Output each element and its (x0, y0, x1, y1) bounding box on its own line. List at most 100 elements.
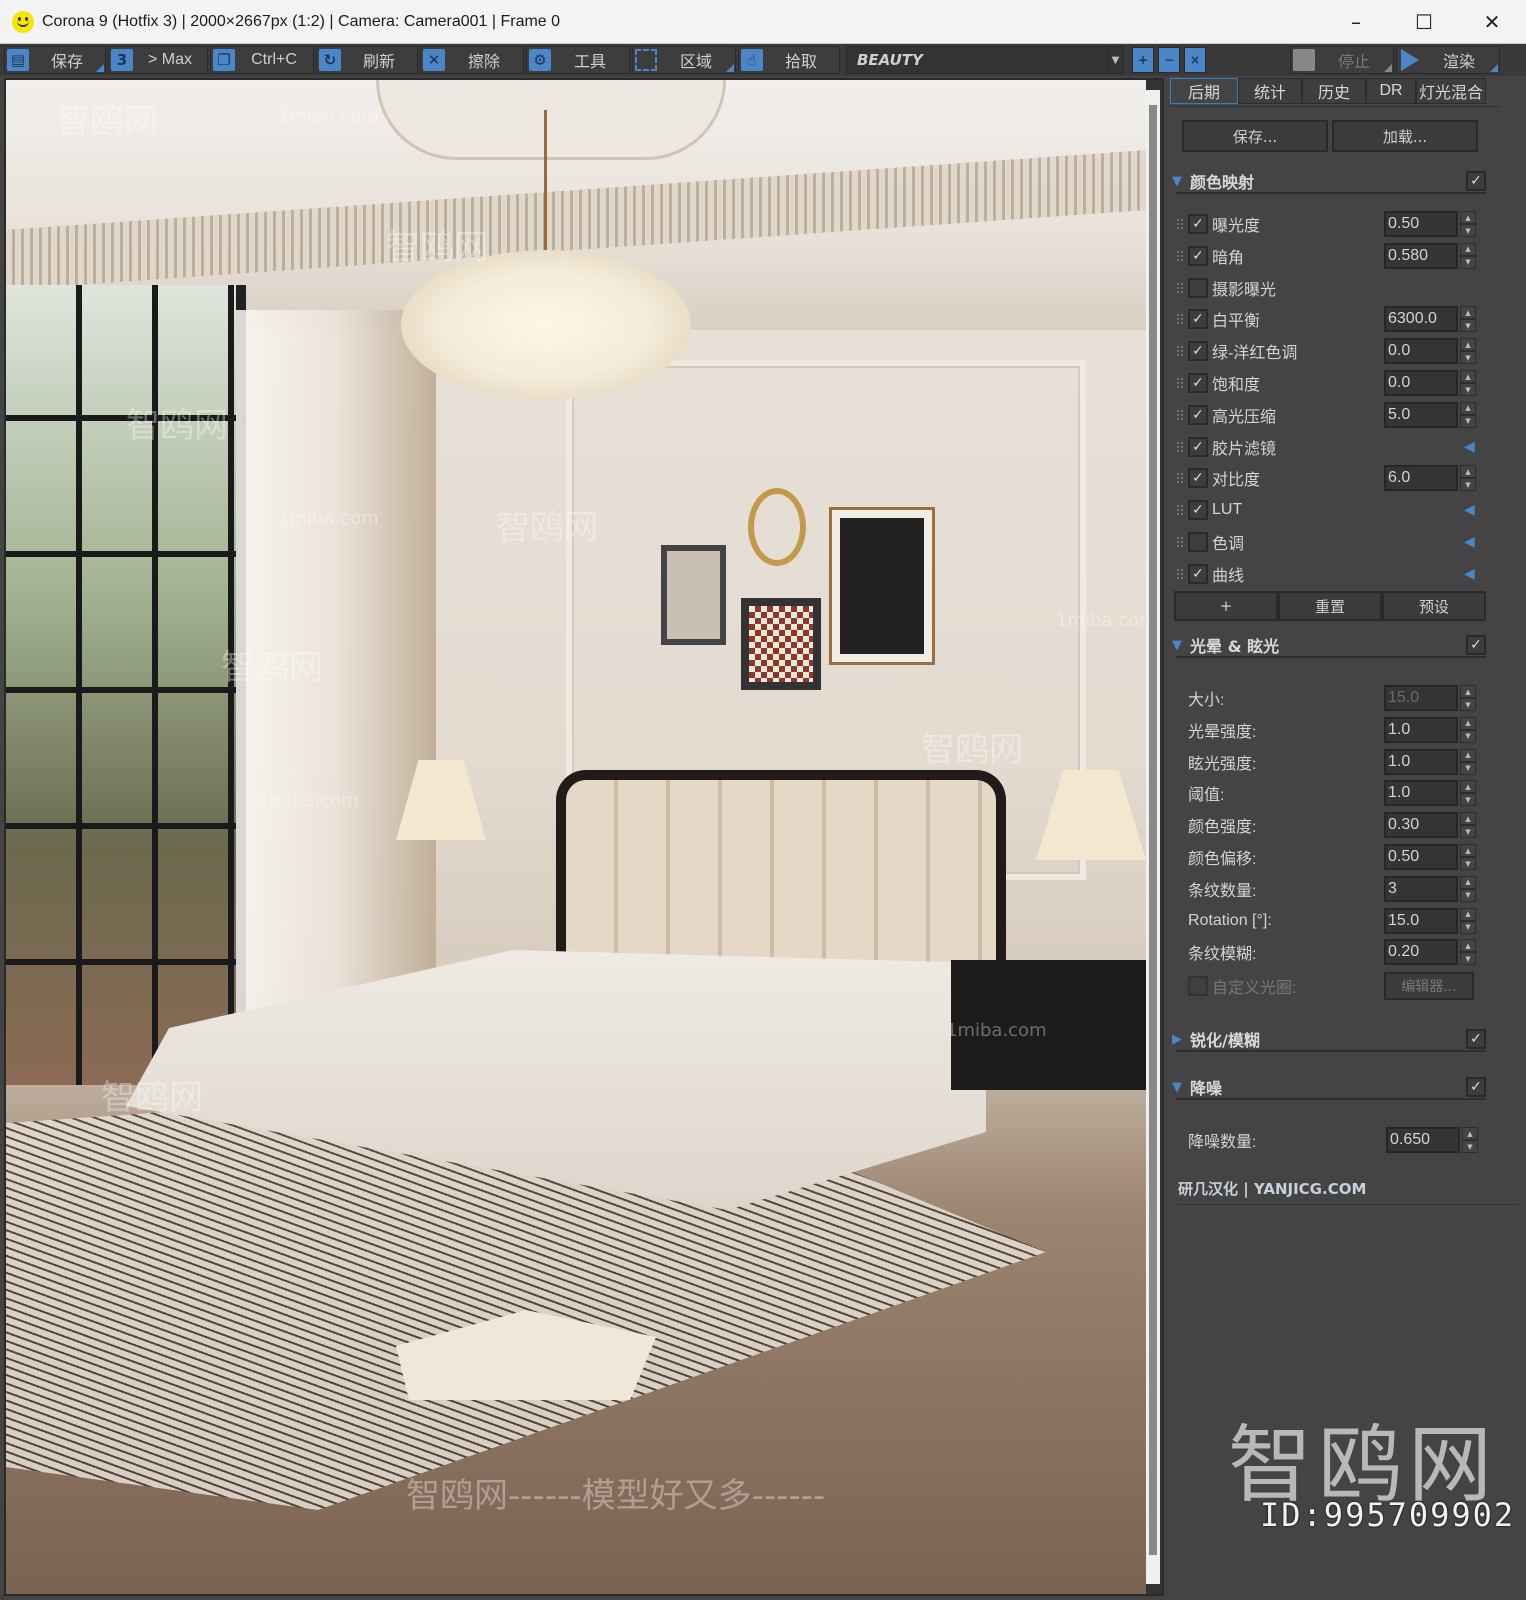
custom-aperture-checkbox[interactable] (1188, 976, 1208, 996)
expand-arrow-icon[interactable]: ◀ (1464, 566, 1475, 582)
spinner-down-icon[interactable]: ▼ (1460, 698, 1476, 711)
load-preset-button[interactable]: 加载... (1332, 120, 1478, 152)
drag-handle-icon[interactable] (1176, 567, 1184, 580)
save-button[interactable]: ▤ 保存 (4, 46, 106, 74)
tab-lightmix[interactable]: 灯光混合 (1416, 78, 1486, 104)
spinner-up-icon[interactable]: ▲ (1460, 907, 1476, 921)
operator-spinner[interactable]: 0.0 ▲ ▼ (1384, 370, 1476, 396)
spinner-up-icon[interactable]: ▲ (1460, 338, 1476, 352)
send-to-max-button[interactable]: 3 > Max (108, 46, 208, 74)
operator-spinner[interactable]: 0.50 ▲ ▼ (1384, 211, 1476, 237)
denoise-amount-input[interactable]: 0.650 (1386, 1127, 1460, 1153)
spinner-down-icon[interactable]: ▼ (1460, 952, 1476, 966)
operator-value-input[interactable]: 5.0 (1384, 401, 1458, 428)
add-operator-button[interactable]: + (1174, 591, 1278, 621)
param-value-input[interactable]: 3 (1384, 875, 1458, 902)
drag-handle-icon[interactable] (1176, 440, 1184, 453)
operator-value-input[interactable]: 0.580 (1384, 242, 1458, 269)
spinner-up-icon[interactable]: ▲ (1460, 370, 1476, 383)
operator-value-input[interactable]: 0.50 (1384, 211, 1458, 237)
param-spinner[interactable]: 1.0 ▲ ▼ (1384, 748, 1476, 775)
tools-button[interactable]: ⚙ 工具 (526, 46, 630, 74)
copy-button[interactable]: ❐ Ctrl+C (210, 46, 314, 74)
operator-checkbox[interactable]: ✓ (1188, 404, 1208, 425)
drag-handle-icon[interactable] (1176, 536, 1184, 548)
param-spinner[interactable]: 1.0 ▲ ▼ (1384, 780, 1476, 807)
drag-handle-icon[interactable] (1176, 313, 1184, 326)
drag-handle-icon[interactable] (1176, 281, 1184, 294)
param-spinner[interactable]: 15.0 ▲ ▼ (1384, 907, 1476, 934)
preset-button[interactable]: 预设 (1382, 591, 1486, 621)
operator-checkbox[interactable]: ✓ (1188, 373, 1208, 393)
refresh-button[interactable]: ↻ 刷新 (316, 46, 418, 74)
bloom-glare-header[interactable]: ▼ 光晕 & 眩光 ✓ (1172, 634, 1486, 658)
param-value-input[interactable]: 15.0 (1384, 907, 1458, 934)
spinner-up-icon[interactable]: ▲ (1460, 685, 1476, 698)
expand-arrow-icon[interactable]: ◀ (1464, 502, 1475, 518)
param-value-input[interactable]: 0.20 (1384, 939, 1458, 966)
render-button[interactable]: 渲染 (1396, 46, 1500, 74)
zoom-reset-button[interactable]: × (1184, 47, 1206, 73)
denoise-amount-spinner[interactable]: 0.650 ▲ ▼ (1386, 1127, 1478, 1153)
spinner-down-icon[interactable]: ▼ (1460, 825, 1476, 839)
spinner-down-icon[interactable]: ▼ (1460, 383, 1476, 396)
minimize-button[interactable]: – (1322, 0, 1390, 44)
drag-handle-icon[interactable] (1176, 345, 1184, 358)
spinner-up-icon[interactable]: ▲ (1460, 939, 1476, 953)
drag-handle-icon[interactable] (1176, 377, 1184, 389)
drag-handle-icon[interactable] (1176, 249, 1184, 262)
param-value-input[interactable]: 1.0 (1384, 716, 1458, 743)
spinner-down-icon[interactable]: ▼ (1460, 224, 1476, 237)
tab-post[interactable]: 后期 (1170, 78, 1238, 104)
operator-spinner[interactable]: 0.580 ▲ ▼ (1384, 242, 1476, 269)
reset-button[interactable]: 重置 (1278, 591, 1382, 621)
aperture-editor-button[interactable]: 编辑器... (1384, 972, 1474, 1000)
expand-arrow-icon[interactable]: ◀ (1464, 534, 1475, 550)
expand-arrow-icon[interactable]: ◀ (1464, 439, 1475, 455)
drag-handle-icon[interactable] (1176, 218, 1184, 230)
zoom-in-button[interactable]: + (1132, 47, 1154, 73)
spinner-up-icon[interactable]: ▲ (1460, 242, 1476, 256)
param-value-input[interactable]: 1.0 (1384, 748, 1458, 775)
operator-spinner[interactable]: 5.0 ▲ ▼ (1384, 401, 1476, 428)
operator-checkbox[interactable]: ✓ (1188, 436, 1208, 457)
operator-spinner[interactable]: 6.0 ▲ ▼ (1384, 465, 1476, 492)
spinner-up-icon[interactable]: ▲ (1460, 211, 1476, 224)
operator-checkbox[interactable]: ✓ (1188, 309, 1208, 330)
spinner-down-icon[interactable]: ▼ (1460, 351, 1476, 365)
spinner-up-icon[interactable]: ▲ (1460, 716, 1476, 730)
spinner-up-icon[interactable]: ▲ (1460, 780, 1476, 794)
param-value-input[interactable]: 15.0 (1384, 685, 1458, 711)
drag-handle-icon[interactable] (1176, 408, 1184, 421)
maximize-button[interactable]: ☐ (1390, 0, 1458, 44)
operator-checkbox[interactable]: ✓ (1188, 214, 1208, 234)
param-value-input[interactable]: 1.0 (1384, 780, 1458, 807)
scrollbar-thumb[interactable] (1149, 105, 1157, 1555)
spinner-down-icon[interactable]: ▼ (1462, 1140, 1478, 1153)
operator-spinner[interactable]: 6300.0 ▲ ▼ (1384, 306, 1476, 333)
param-spinner[interactable]: 0.50 ▲ ▼ (1384, 844, 1476, 870)
drag-handle-icon[interactable] (1176, 472, 1184, 485)
spinner-down-icon[interactable]: ▼ (1460, 478, 1476, 492)
operator-spinner[interactable]: 0.0 ▲ ▼ (1384, 338, 1476, 365)
param-spinner[interactable]: 0.20 ▲ ▼ (1384, 939, 1476, 966)
operator-value-input[interactable]: 0.0 (1384, 338, 1458, 365)
tab-stats[interactable]: 统计 (1238, 78, 1302, 104)
operator-checkbox[interactable] (1188, 277, 1208, 298)
operator-checkbox[interactable] (1188, 532, 1208, 552)
operator-checkbox[interactable]: ✓ (1188, 500, 1208, 521)
spinner-down-icon[interactable]: ▼ (1460, 761, 1476, 775)
render-pass-select[interactable]: BEAUTY ▼ (846, 46, 1124, 74)
spinner-down-icon[interactable]: ▼ (1460, 920, 1476, 934)
param-value-input[interactable]: 0.30 (1384, 812, 1458, 839)
spinner-up-icon[interactable]: ▲ (1460, 812, 1476, 826)
denoise-enable-checkbox[interactable]: ✓ (1466, 1077, 1486, 1097)
spinner-up-icon[interactable]: ▲ (1460, 748, 1476, 762)
denoise-header[interactable]: ▼ 降噪 ✓ (1172, 1076, 1486, 1100)
spinner-up-icon[interactable]: ▲ (1460, 844, 1476, 857)
erase-button[interactable]: ✕ 擦除 (420, 46, 524, 74)
operator-checkbox[interactable]: ✓ (1188, 341, 1208, 362)
vertical-scrollbar[interactable] (1146, 90, 1160, 1584)
spinner-up-icon[interactable]: ▲ (1462, 1127, 1478, 1140)
tone-mapping-header[interactable]: ▼ 颜色映射 ✓ (1172, 170, 1486, 194)
